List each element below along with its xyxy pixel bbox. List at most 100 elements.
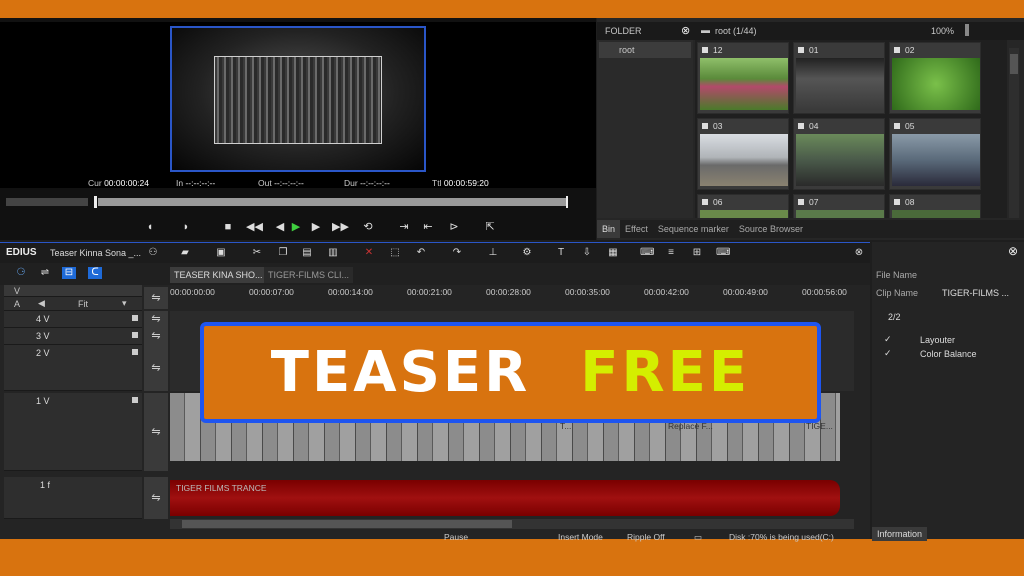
tab-sequence-1[interactable]: TEASER KINA SHO... [170,267,267,283]
step-back-icon[interactable]: ◀ [272,219,288,235]
fit-dropdown[interactable]: Fit [78,299,88,309]
ruler-tick: 00:00:07:00 [249,287,294,297]
track-icon[interactable]: ⚆ [14,267,28,279]
clip-thumb[interactable]: 04 [793,118,885,190]
effect-layouter[interactable]: Layouter [920,335,955,345]
track-toggle[interactable] [132,397,138,403]
track-toggle[interactable] [132,332,138,338]
clip-label: 07 [798,197,818,207]
sync-icon[interactable]: ⇋ [144,345,168,391]
close-icon[interactable]: ⊗ [681,24,690,37]
export-icon[interactable]: ⇱ [482,219,498,235]
in-label: In [176,178,184,188]
sync-icon[interactable]: ⇋ [144,328,168,345]
clip-thumb[interactable]: 02 [889,42,981,114]
clip-thumb[interactable]: 05 [889,118,981,190]
snap-icon[interactable]: ᑕ [88,267,102,279]
scroll-thumb[interactable] [182,520,512,528]
cut-icon[interactable]: ✂ [250,247,264,259]
time-ruler[interactable]: 00:00:00:00 00:00:07:00 00:00:14:00 00:0… [170,287,854,299]
delete-icon[interactable]: ✕ [362,247,376,259]
timeline-hscroll[interactable] [170,519,854,529]
set-out-icon[interactable]: ◗ [178,219,194,235]
tab-source-browser[interactable]: Source Browser [734,220,808,238]
step-forward-icon[interactable]: ▶ [308,219,324,235]
sync-icon[interactable]: ⇋ [144,393,168,471]
clip-thumb[interactable]: 08 [889,194,981,218]
status-ripple[interactable]: Ripple Off [627,532,665,542]
copy-icon[interactable]: ❐ [276,247,290,259]
clip-image [796,134,884,186]
mixer-icon[interactable]: ≡ [664,247,678,259]
paste-special-icon[interactable]: ▥ [326,247,340,259]
status-insert-mode[interactable]: Insert Mode [558,532,603,542]
insert-icon[interactable]: ⇥ [396,219,412,235]
title-icon[interactable]: T [554,247,568,259]
redo-icon[interactable]: ↷ [450,247,464,259]
scroll-thumb[interactable] [1010,54,1018,74]
zoom-left-icon[interactable]: ◀ [38,298,45,309]
tab-information[interactable]: Information [872,527,928,541]
clip-thumb[interactable]: 06 [697,194,789,218]
sync-icon[interactable]: ⇋ [144,311,168,328]
fast-forward-icon[interactable]: ▶▶ [332,219,349,235]
audio-clip[interactable]: TIGER FILMS TRANCE [170,480,840,516]
clip-image [796,58,884,110]
tools-icon[interactable]: ⌨ [716,247,730,259]
preview-frame [170,26,426,172]
ripple-icon[interactable]: ⇌ [38,267,52,279]
tab-bin[interactable]: Bin [597,220,621,238]
zoom-slider[interactable] [965,24,969,36]
export-file-icon[interactable]: ⇩ [580,247,594,259]
timeline-toolbar: EDIUS Teaser Kinna Sona _... ⚇ ▰ ▣ ✂ ❐ ▤… [0,243,870,263]
play-icon[interactable]: ▶ [288,219,304,235]
set-in-icon[interactable]: ◖ [142,219,158,235]
v-label: V [14,286,21,296]
effect-color-balance[interactable]: Color Balance [920,349,977,359]
track-toggle[interactable] [132,349,138,355]
add-marker-icon[interactable]: ⊳ [446,219,462,235]
tab-sequence-marker[interactable]: Sequence marker [653,220,734,238]
clip-thumb[interactable]: 03 [697,118,789,190]
shuttle-slider[interactable] [6,198,88,206]
clip-image [892,134,980,186]
tree-item-root[interactable]: root [599,42,691,58]
position-bar[interactable] [98,198,568,206]
close-info-icon[interactable]: ⊗ [1008,244,1018,258]
zoom-right-icon[interactable]: ▾ [122,298,127,309]
paste-icon[interactable]: ▤ [300,247,314,259]
cur-timecode: Cur 00:00:00:24 [88,178,149,188]
clip-thumb[interactable]: 12 [697,42,789,114]
capture-icon[interactable]: ▦ [606,247,620,259]
checkbox-icon[interactable]: ✓ [884,335,892,344]
loop-icon[interactable]: ⟲ [360,219,376,235]
edius-app: Cur 00:00:00:24 In --:--:--:-- Out --:--… [0,18,1024,542]
scrub-bar[interactable] [6,196,590,208]
tab-effect[interactable]: Effect [620,220,653,238]
clip-thumb[interactable]: 01 [793,42,885,114]
close-timeline-icon[interactable]: ⊗ [852,247,866,259]
replace-icon[interactable]: ⬚ [388,247,402,259]
in-timecode: In --:--:--:-- [176,178,215,188]
sync-icon[interactable]: ⇋ [144,287,168,309]
rewind-icon[interactable]: ◀◀ [246,219,263,235]
checkbox-icon[interactable]: ✓ [884,349,892,358]
clip-thumb[interactable]: 07 [793,194,885,218]
overwrite-icon[interactable]: ⇤ [420,219,436,235]
tab-sequence-2[interactable]: TIGER-FILMS CLI... [264,267,354,283]
undo-icon[interactable]: ↶ [414,247,428,259]
ruler-tick: 00:00:42:00 [644,287,689,297]
save-icon[interactable]: ▣ [214,247,228,259]
track-toggle[interactable] [132,315,138,321]
layout-icon[interactable]: ⊞ [690,247,704,259]
stop-icon[interactable]: ■ [220,219,236,235]
sync-icon[interactable]: ⇋ [144,477,168,519]
render-icon[interactable]: ⚙ [520,247,534,259]
playhead[interactable] [94,196,97,208]
sequence-icon[interactable]: ⚇ [146,247,160,259]
bin-scrollbar[interactable] [1009,48,1019,218]
marker-icon[interactable]: ⊥ [486,247,500,259]
keyboard-icon[interactable]: ⌨ [640,247,654,259]
sync-lock-icon[interactable]: ⊟ [62,267,76,279]
open-folder-icon[interactable]: ▰ [178,247,192,259]
